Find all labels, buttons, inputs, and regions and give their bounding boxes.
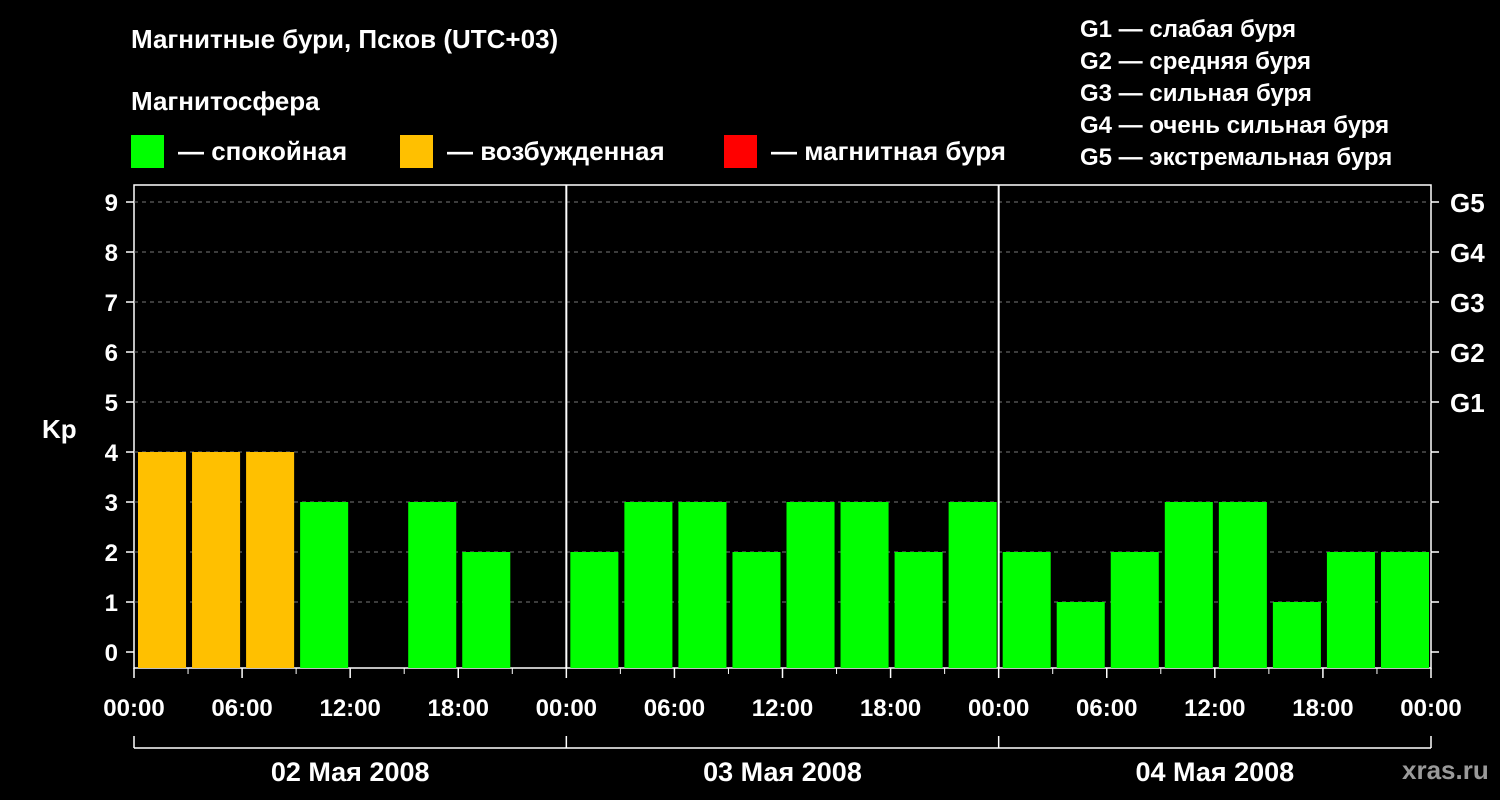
- x-tick-label: 12:00: [319, 695, 380, 722]
- day-label: 02 Мая 2008: [271, 757, 430, 787]
- kp-bar: [1056, 602, 1105, 668]
- x-tick-label: 00:00: [1400, 695, 1461, 722]
- kp-bar: [1110, 552, 1159, 668]
- x-tick-label: 00:00: [103, 695, 164, 722]
- g-scale-label: G3: [1450, 288, 1485, 318]
- kp-bar: [1380, 552, 1429, 668]
- x-tick-label: 00:00: [536, 695, 597, 722]
- y-tick-label: 7: [105, 290, 118, 317]
- kp-bar: [138, 452, 187, 668]
- y-tick-label: 5: [105, 390, 118, 417]
- kp-bar: [624, 502, 673, 668]
- g-scale-label: G1: [1450, 388, 1485, 418]
- kp-bar: [948, 502, 997, 668]
- x-tick-label: 00:00: [968, 695, 1029, 722]
- kp-bar: [786, 502, 835, 668]
- g-scale-label: G5: [1450, 188, 1485, 218]
- x-tick-label: 12:00: [1184, 695, 1245, 722]
- kp-bar: [840, 502, 889, 668]
- y-tick-label: 8: [105, 240, 118, 267]
- kp-bar: [1164, 502, 1213, 668]
- g-scale-label: G2: [1450, 338, 1485, 368]
- kp-bar: [1326, 552, 1375, 668]
- kp-bar: [192, 452, 241, 668]
- kp-bar: [1272, 602, 1321, 668]
- y-tick-label: 6: [105, 340, 118, 367]
- day-label: 03 Мая 2008: [703, 757, 862, 787]
- y-tick-label: 4: [105, 440, 119, 467]
- x-tick-label: 06:00: [1076, 695, 1137, 722]
- kp-bar: [408, 502, 457, 668]
- x-tick-label: 12:00: [752, 695, 813, 722]
- kp-bar: [246, 452, 295, 668]
- y-tick-label: 0: [105, 640, 118, 667]
- y-tick-label: 9: [105, 190, 118, 217]
- kp-bar: [300, 502, 349, 668]
- kp-bar: [570, 552, 619, 668]
- kp-bar-chart: 0 1 2 3 4 5 6 7 8 9 G1 G2 G3 G4 G5 Kp 00:00 06:00 12:00 18:…: [42, 184, 1485, 787]
- y-tick-label: 3: [105, 490, 118, 517]
- kp-bar: [732, 552, 781, 668]
- y-axis-label: Kp: [42, 414, 77, 444]
- watermark: xras.ru: [1402, 755, 1489, 785]
- x-tick-label: 18:00: [428, 695, 489, 722]
- kp-bar: [894, 552, 943, 668]
- g-scale-label: G4: [1450, 238, 1485, 268]
- y-tick-label: 1: [105, 590, 118, 617]
- kp-bar: [1002, 552, 1051, 668]
- x-tick-label: 06:00: [644, 695, 705, 722]
- x-tick-label: 18:00: [1292, 695, 1353, 722]
- kp-bar: [462, 552, 511, 668]
- kp-bar: [678, 502, 727, 668]
- kp-bar: [1218, 502, 1267, 668]
- y-tick-label: 2: [105, 540, 118, 567]
- day-label: 04 Мая 2008: [1135, 757, 1294, 787]
- x-tick-label: 06:00: [211, 695, 272, 722]
- x-tick-label: 18:00: [860, 695, 921, 722]
